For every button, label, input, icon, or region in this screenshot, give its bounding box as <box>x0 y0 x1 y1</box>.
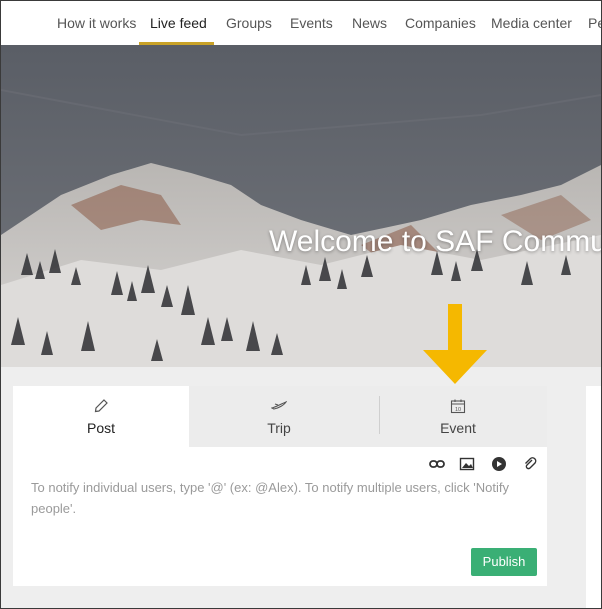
post-composer: Post Trip 10 Event To notify individual … <box>13 386 547 586</box>
tab-event[interactable]: 10 Event <box>369 386 547 447</box>
tab-post-label: Post <box>86 420 115 436</box>
top-navigation: How it works Live feed Groups Events New… <box>1 1 601 45</box>
video-icon[interactable] <box>491 456 507 472</box>
calendar-icon: 10 <box>450 399 466 414</box>
nav-item-how-it-works[interactable]: How it works <box>57 1 136 45</box>
tab-trip-label: Trip <box>267 420 291 436</box>
post-text-input[interactable]: To notify individual users, type '@' (ex… <box>31 477 521 519</box>
calendar-day: 10 <box>455 407 461 413</box>
nav-item-people[interactable]: Pe <box>588 1 601 45</box>
hero-mountain-image <box>1 45 601 367</box>
down-arrow-icon <box>423 304 487 384</box>
attachment-icon[interactable] <box>522 456 538 472</box>
nav-item-media-center[interactable]: Media center <box>491 1 572 45</box>
right-sidebar-panel <box>586 386 601 608</box>
hero-banner: Welcome to SAF Commu <box>1 45 601 367</box>
composer-tabs: Post Trip 10 Event <box>13 386 547 447</box>
link-icon[interactable] <box>429 456 445 472</box>
nav-item-groups[interactable]: Groups <box>226 1 272 45</box>
tab-trip[interactable]: Trip <box>189 386 369 447</box>
pencil-icon <box>94 399 108 413</box>
hero-title: Welcome to SAF Commu <box>269 225 601 258</box>
tab-post[interactable]: Post <box>13 386 189 447</box>
nav-item-live-feed[interactable]: Live feed <box>150 1 207 45</box>
app-window: How it works Live feed Groups Events New… <box>0 0 602 609</box>
plane-icon <box>271 401 287 410</box>
image-icon[interactable] <box>459 456 475 472</box>
nav-item-events[interactable]: Events <box>290 1 333 45</box>
tab-event-label: Event <box>440 420 476 436</box>
publish-button[interactable]: Publish <box>471 548 537 576</box>
nav-item-news[interactable]: News <box>352 1 387 45</box>
nav-item-companies[interactable]: Companies <box>405 1 476 45</box>
